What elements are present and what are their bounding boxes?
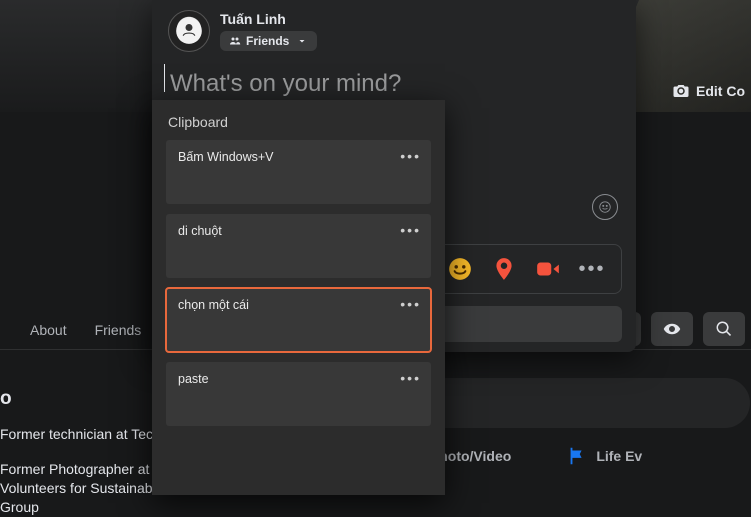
clipboard-popup: Clipboard Bấm Windows+V•••di chuột•••chọ… <box>152 100 445 495</box>
audience-label: Friends <box>246 34 289 48</box>
emoji-picker-button[interactable] <box>592 194 618 220</box>
eye-icon <box>663 320 681 338</box>
clipboard-item-more[interactable]: ••• <box>400 370 421 386</box>
clipboard-item-more[interactable]: ••• <box>400 148 421 164</box>
clipboard-item-text: Bấm Windows+V <box>178 150 274 164</box>
clipboard-item[interactable]: chọn một cái ••• <box>166 288 431 352</box>
clipboard-item[interactable]: Bấm Windows+V ••• <box>166 140 431 204</box>
bg-attach-life[interactable]: Life Ev <box>566 445 642 467</box>
live-video-button[interactable] <box>535 256 561 282</box>
composer-header: Tuấn Linh Friends <box>152 0 636 52</box>
feeling-button[interactable] <box>447 256 473 282</box>
clipboard-item-text: paste <box>178 372 209 386</box>
video-camera-icon <box>535 256 561 282</box>
clipboard-list: Bấm Windows+V ••• di chuột ••• chọn một cái •… <box>152 140 445 440</box>
avatar[interactable] <box>168 10 210 52</box>
avatar-image-icon <box>175 17 203 45</box>
action-view-as[interactable] <box>651 312 693 346</box>
text-cursor <box>164 64 165 92</box>
clipboard-item-text: chọn một cái <box>178 298 249 312</box>
friends-icon <box>229 35 241 47</box>
pin-icon <box>491 256 517 282</box>
search-icon <box>715 320 733 338</box>
more-options-button[interactable]: ••• <box>579 256 605 282</box>
clipboard-item-text: di chuột <box>178 224 222 238</box>
checkin-button[interactable] <box>491 256 517 282</box>
camera-icon <box>672 82 690 100</box>
bg-attach-life-label: Life Ev <box>596 448 642 464</box>
intro-work-1: Former technician at Teco <box>0 426 161 442</box>
flag-icon <box>566 445 588 467</box>
tab-about[interactable]: About <box>30 322 67 338</box>
clipboard-item[interactable]: di chuột ••• <box>166 214 431 278</box>
tab-friends[interactable]: Friends <box>95 322 142 338</box>
composer-textarea[interactable]: What's on your mind? <box>152 52 636 98</box>
smiley-fill-icon <box>447 256 473 282</box>
audience-selector[interactable]: Friends <box>220 31 317 51</box>
composer-placeholder: What's on your mind? <box>170 70 401 97</box>
action-search[interactable] <box>703 312 745 346</box>
clipboard-item-more[interactable]: ••• <box>400 222 421 238</box>
edit-cover-button[interactable]: Edit Co <box>672 82 745 100</box>
clipboard-item[interactable]: paste ••• <box>166 362 431 426</box>
clipboard-title: Clipboard <box>152 100 445 140</box>
composer-user-name: Tuấn Linh <box>220 11 317 27</box>
clipboard-item-more[interactable]: ••• <box>400 296 421 312</box>
smiley-outline-icon <box>598 200 612 214</box>
intro-heading: o <box>0 388 12 410</box>
edit-cover-label: Edit Co <box>696 83 745 99</box>
chevron-down-icon <box>296 35 308 47</box>
